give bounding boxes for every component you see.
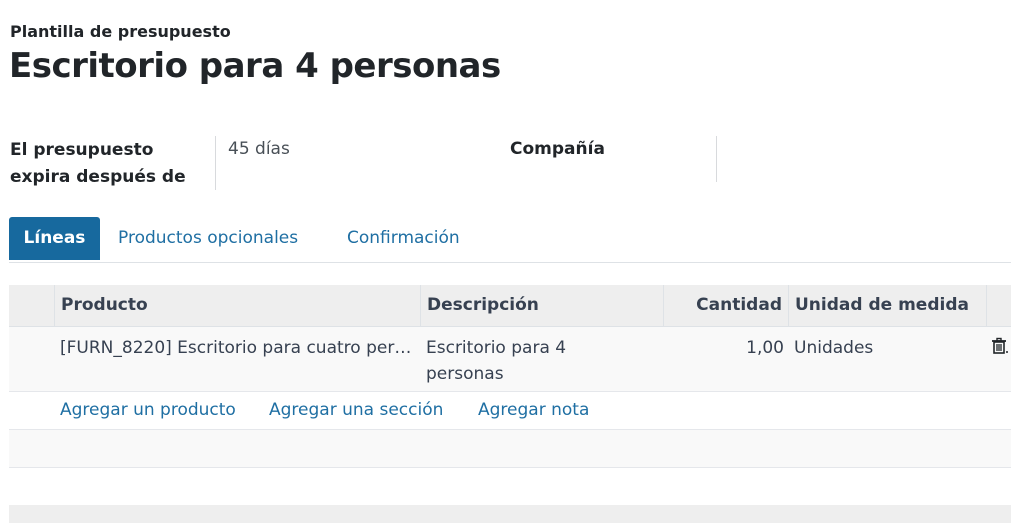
expiry-label: El presupuesto expira después de bbox=[10, 140, 186, 187]
page-title: Escritorio para 4 personas bbox=[9, 46, 501, 86]
tab-productos-opcionales[interactable]: Productos opcionales bbox=[118, 217, 298, 260]
empty-row bbox=[9, 430, 1011, 468]
column-header-producto[interactable]: Producto bbox=[55, 285, 421, 326]
cell-uom[interactable]: Unidades bbox=[794, 335, 984, 361]
tab-lineas[interactable]: Líneas bbox=[9, 217, 100, 260]
column-header-cantidad[interactable]: Cantidad bbox=[664, 285, 789, 326]
cell-quantity[interactable]: 1,00 bbox=[664, 335, 784, 361]
handle-column-header bbox=[9, 285, 55, 326]
column-header-unidad[interactable]: Unidad de medida bbox=[789, 285, 987, 326]
page-subtitle: Plantilla de presupuesto bbox=[10, 22, 231, 41]
cell-product[interactable]: [FURN_8220] Escritorio para cuatro perso… bbox=[60, 335, 416, 361]
add-section-link[interactable]: Agregar una sección bbox=[269, 392, 443, 428]
table-footer bbox=[9, 505, 1011, 523]
tab-bar: Líneas Productos opcionales Confirmación bbox=[9, 217, 1011, 263]
add-product-link[interactable]: Agregar un producto bbox=[60, 392, 236, 428]
trash-icon[interactable] bbox=[990, 335, 1010, 357]
expiry-value-field[interactable]: 45 días bbox=[228, 137, 290, 161]
tab-confirmacion[interactable]: Confirmación bbox=[347, 217, 460, 260]
add-line-actions: Agregar un producto Agregar una sección … bbox=[9, 392, 1011, 430]
table-header: Producto Descripción Cantidad Unidad de … bbox=[9, 285, 1011, 327]
table-row[interactable]: [FURN_8220] Escritorio para cuatro perso… bbox=[9, 327, 1011, 392]
field-divider bbox=[215, 136, 216, 190]
add-note-link[interactable]: Agregar nota bbox=[478, 392, 589, 428]
column-header-descripcion[interactable]: Descripción bbox=[421, 285, 664, 326]
order-lines-table: Producto Descripción Cantidad Unidad de … bbox=[9, 285, 1011, 468]
field-divider bbox=[716, 136, 717, 182]
company-label: Compañía bbox=[510, 139, 605, 159]
cell-description[interactable]: Escritorio para 4 personas bbox=[426, 335, 626, 387]
column-header-actions bbox=[987, 285, 1011, 326]
